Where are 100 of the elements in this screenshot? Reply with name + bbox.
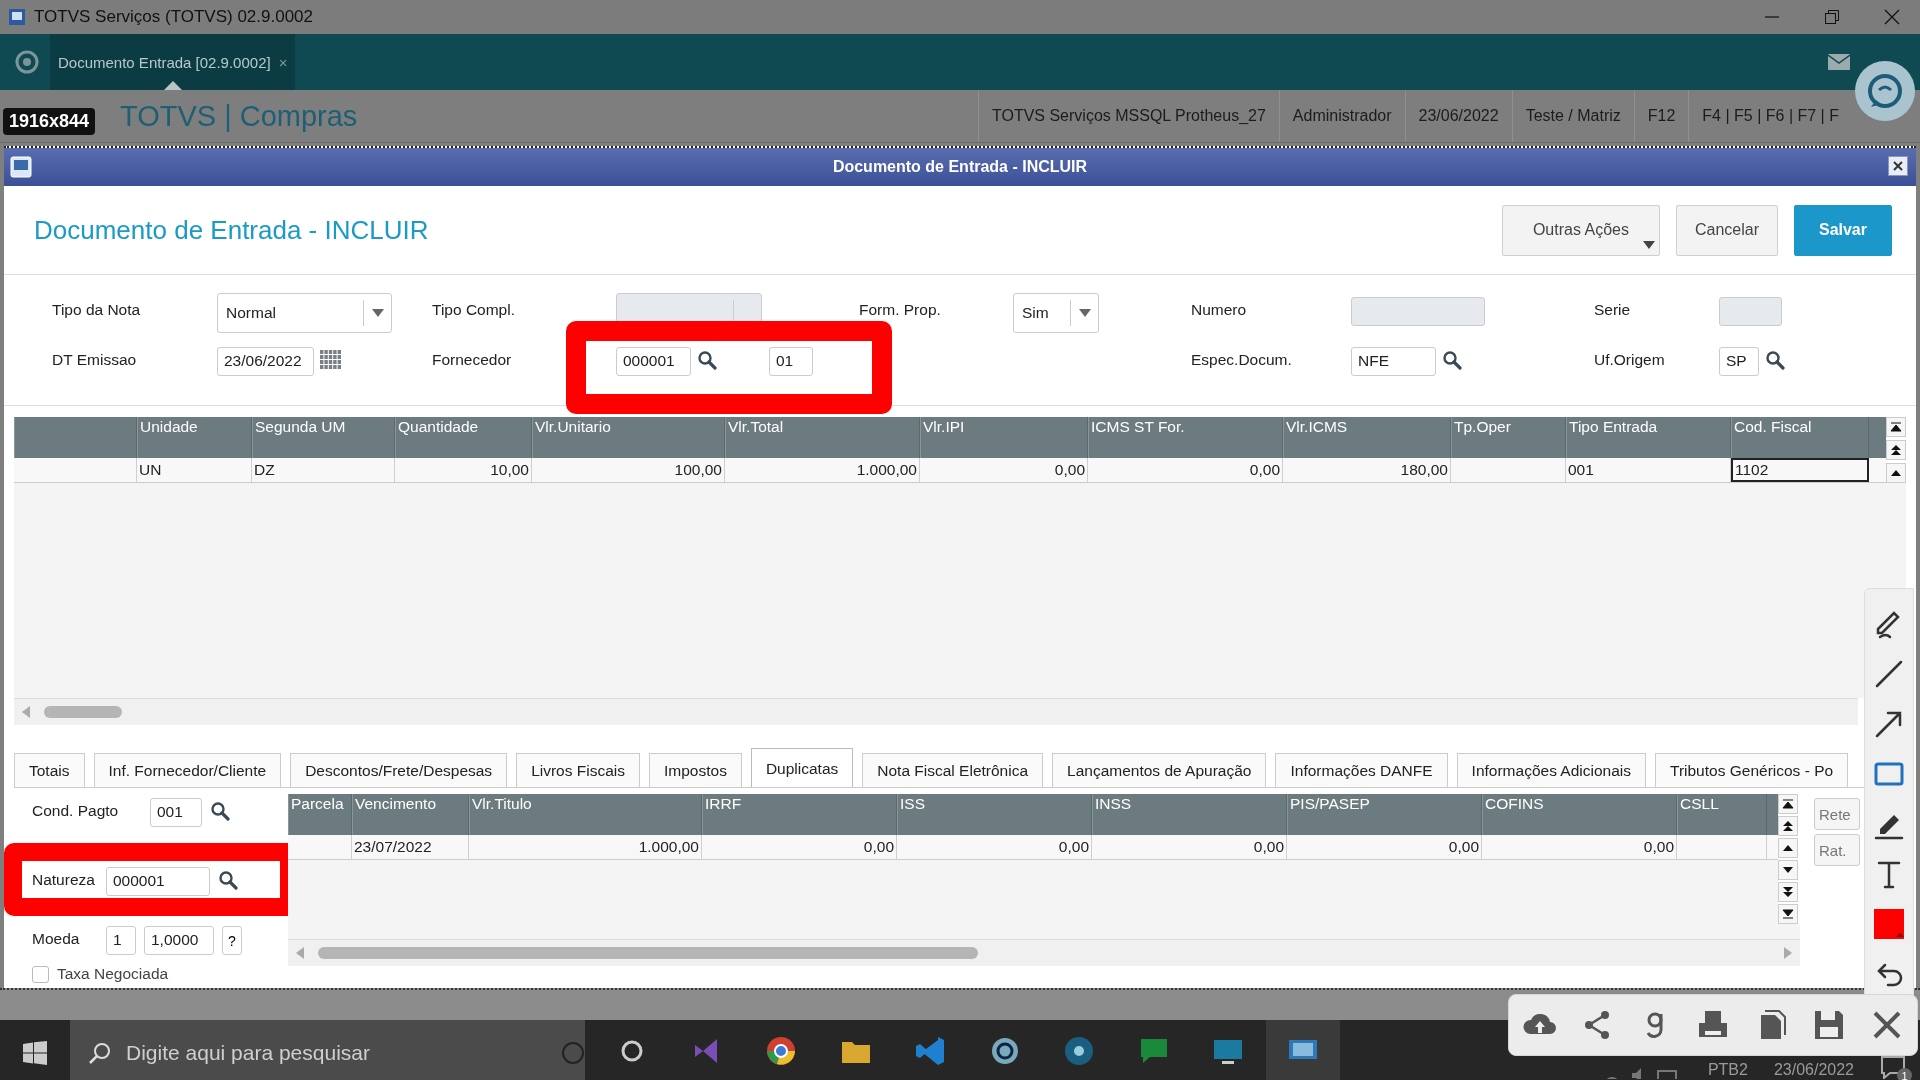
table-cell: 100,00 bbox=[532, 458, 725, 482]
sync-icon[interactable] bbox=[14, 49, 40, 75]
field-label: Tipo da Nota bbox=[52, 300, 142, 320]
arrow-icon bbox=[1782, 820, 1794, 832]
tab-close[interactable]: × bbox=[278, 53, 288, 71]
circle-icon bbox=[561, 1040, 585, 1065]
table-cell: 001 bbox=[1566, 458, 1731, 482]
table-cell: 1.000,00 bbox=[725, 458, 920, 482]
scroll-button[interactable] bbox=[1886, 463, 1906, 483]
horizontal-scrollbar[interactable] bbox=[14, 698, 1858, 725]
search-icon[interactable] bbox=[218, 869, 238, 890]
tab[interactable]: Tributos Genéricos - Po bbox=[1655, 753, 1849, 787]
taskbar-search-field[interactable]: Digite aqui para pesquisar bbox=[70, 1020, 585, 1080]
input-field[interactable]: SP bbox=[1719, 347, 1759, 376]
windows-start-icon[interactable] bbox=[23, 1040, 47, 1065]
field-label: DT Emissao bbox=[52, 350, 138, 370]
search-icon bbox=[88, 1040, 112, 1065]
field-label: Numero bbox=[1191, 300, 1248, 320]
header-info: F4 | F5 | F6 | F7 | F bbox=[1688, 90, 1852, 142]
tab-label: Documento Entrada [02.9.0002] bbox=[58, 53, 271, 71]
tab[interactable]: Impostos bbox=[649, 753, 742, 787]
chat-icon[interactable] bbox=[1854, 60, 1916, 122]
tab[interactable]: Duplicatas bbox=[750, 748, 854, 787]
tab[interactable]: Totais bbox=[14, 753, 85, 787]
scroll-button[interactable] bbox=[1778, 882, 1798, 902]
horizontal-scrollbar[interactable] bbox=[288, 939, 1800, 966]
table-cell: 23/07/2022 bbox=[352, 835, 469, 859]
table-cell: 0,00 bbox=[1092, 835, 1287, 859]
brand-name: TOTVS bbox=[120, 99, 217, 133]
arrow-icon bbox=[1890, 444, 1902, 456]
search-icon[interactable] bbox=[697, 349, 717, 370]
scroll-button[interactable] bbox=[1778, 904, 1798, 924]
header-info: Teste / Matriz bbox=[1511, 90, 1634, 142]
scroll-button[interactable] bbox=[1886, 417, 1906, 437]
field-label: Cond. Pagto bbox=[32, 801, 120, 820]
field-label: Natureza bbox=[32, 870, 96, 889]
table-cell: 1.000,00 bbox=[469, 835, 702, 859]
tab[interactable]: Informações DANFE bbox=[1275, 753, 1448, 787]
scroll-button[interactable] bbox=[1778, 860, 1798, 880]
arrow-icon bbox=[1784, 947, 1792, 959]
checkbox[interactable] bbox=[32, 965, 49, 983]
scroll-button[interactable] bbox=[1778, 816, 1798, 836]
side-button[interactable]: Rete bbox=[1814, 798, 1860, 830]
app-tab[interactable]: Documento Entrada [02.9.0002] × bbox=[50, 34, 296, 90]
dialog-title: Documento de Entrada - INCLUIR bbox=[832, 158, 1088, 176]
input-field[interactable]: 000001 bbox=[106, 867, 210, 896]
table-cell: UN bbox=[137, 458, 252, 482]
color-swatch-icon[interactable] bbox=[1872, 907, 1906, 941]
header-info: Administrador bbox=[1278, 90, 1405, 142]
tab[interactable]: Lançamentos de Apuração bbox=[1052, 753, 1267, 787]
dropdown-field[interactable]: Normal bbox=[217, 293, 392, 333]
tab[interactable]: Nota Fiscal Eletrônica bbox=[862, 753, 1044, 787]
input-field[interactable]: 1 bbox=[106, 926, 136, 955]
scroll-button[interactable] bbox=[1778, 838, 1798, 858]
scroll-button[interactable] bbox=[1886, 440, 1906, 460]
help-button[interactable]: ? bbox=[222, 926, 242, 955]
tab[interactable]: Descontos/Frete/Despesas bbox=[290, 753, 508, 787]
arrow-icon bbox=[1890, 421, 1902, 433]
brand-separator: | bbox=[224, 99, 232, 133]
column-header: Cod. Fiscal bbox=[1731, 417, 1869, 458]
close-icon[interactable] bbox=[1884, 9, 1900, 25]
input-field[interactable]: 01 bbox=[769, 347, 813, 376]
tab[interactable]: Inf. Fornecedor/Cliente bbox=[93, 753, 282, 787]
date-field[interactable]: 23/06/2022 bbox=[217, 347, 314, 376]
search-icon[interactable] bbox=[1765, 349, 1785, 370]
table-cell: 0,00 bbox=[1482, 835, 1677, 859]
input-field[interactable]: 001 bbox=[150, 798, 202, 827]
field-label: Fornecedor bbox=[432, 350, 513, 370]
side-button[interactable]: Rat. bbox=[1814, 834, 1860, 866]
more-actions-button[interactable]: Outras Ações bbox=[1501, 204, 1660, 256]
restore-icon[interactable] bbox=[1824, 9, 1840, 25]
checkbox-label: Taxa Negociada bbox=[57, 965, 169, 983]
input-field[interactable]: 1,0000 bbox=[144, 926, 214, 955]
arrow-icon bbox=[1782, 798, 1794, 810]
table-cell: 0,00 bbox=[1287, 835, 1482, 859]
table-cell: DZ bbox=[252, 458, 395, 482]
arrow-icon bbox=[22, 706, 30, 718]
module-name: Compras bbox=[239, 99, 358, 133]
table-cell: 0,00 bbox=[1088, 458, 1283, 482]
calendar-icon[interactable] bbox=[320, 349, 342, 370]
table-cell: 0,00 bbox=[702, 835, 897, 859]
tab[interactable]: Livros Fiscais bbox=[516, 753, 640, 787]
cancel-button[interactable]: Cancelar bbox=[1675, 204, 1778, 256]
search-icon[interactable] bbox=[1442, 349, 1462, 370]
notification-icon[interactable] bbox=[1880, 1055, 1906, 1079]
search-icon[interactable] bbox=[210, 800, 230, 821]
editing-cell[interactable]: 1102 bbox=[1731, 458, 1869, 482]
dropdown-field[interactable]: Sim bbox=[1013, 293, 1099, 333]
tab[interactable]: Informações Adicionais bbox=[1456, 753, 1646, 787]
arrow-icon bbox=[1782, 908, 1794, 920]
app-icon bbox=[8, 8, 26, 26]
close-icon[interactable] bbox=[1888, 156, 1908, 176]
language-indicator[interactable]: PTB2 bbox=[1707, 1061, 1748, 1079]
header-info: F12 bbox=[1633, 90, 1689, 142]
input-field[interactable]: NFE bbox=[1351, 347, 1436, 376]
table-cell: 10,00 bbox=[395, 458, 532, 482]
scroll-button[interactable] bbox=[1778, 794, 1798, 814]
header-info: TOTVS Serviços MSSQL Protheus_27 bbox=[977, 90, 1279, 142]
mail-icon[interactable] bbox=[1828, 54, 1850, 70]
input-field[interactable]: 000001 bbox=[616, 347, 691, 376]
